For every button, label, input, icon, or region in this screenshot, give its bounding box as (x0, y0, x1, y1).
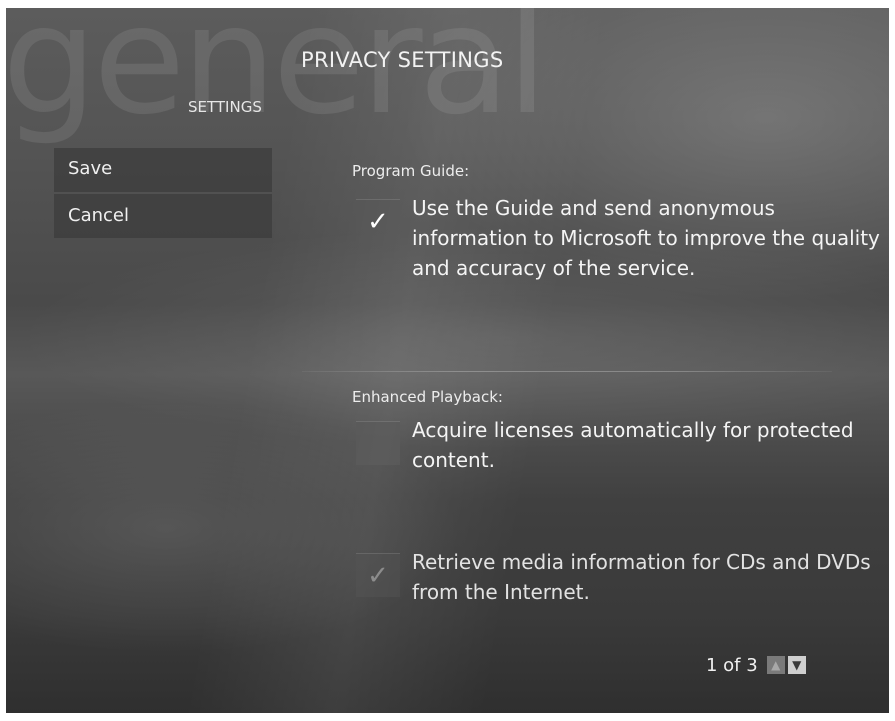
section-divider (302, 371, 832, 372)
option-acquire-licenses-text: Acquire licenses automatically for prote… (412, 418, 854, 472)
acquire-licenses-checkbox[interactable] (356, 421, 400, 465)
enhanced-playback-label: Enhanced Playback: (352, 388, 503, 406)
option-use-guide-text: Use the Guide and send anonymous informa… (412, 196, 880, 280)
program-guide-label: Program Guide: (352, 162, 470, 180)
media-center-window: general PRIVACY SETTINGS SETTINGS Save C… (6, 8, 889, 713)
save-button[interactable]: Save (54, 148, 272, 192)
section-label: SETTINGS (188, 98, 262, 116)
chevron-down-icon[interactable]: ▼ (787, 656, 806, 674)
cancel-button[interactable]: Cancel (54, 194, 272, 238)
use-guide-checkbox[interactable]: ✓ (356, 199, 400, 243)
background-watermark-word: general (6, 8, 548, 148)
retrieve-media-info-checkbox[interactable]: ✓ (356, 553, 400, 597)
pager: 1 of 3 ▲ ▼ (706, 654, 806, 676)
option-retrieve-media-info-text: Retrieve media information for CDs and D… (412, 550, 871, 604)
chevron-up-icon[interactable]: ▲ (766, 656, 785, 674)
page-indicator: 1 of 3 (706, 654, 758, 676)
checkmark-icon: ✓ (367, 206, 389, 237)
checkmark-icon: ✓ (367, 560, 389, 591)
page-title: PRIVACY SETTINGS (301, 48, 504, 72)
side-menu: Save Cancel (54, 148, 272, 240)
